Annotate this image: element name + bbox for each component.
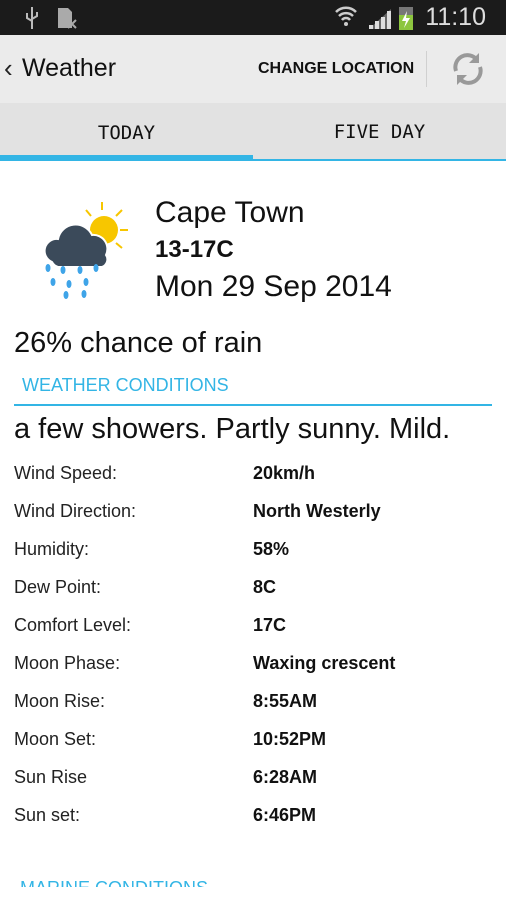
condition-label: Moon Set: <box>14 729 97 749</box>
condition-value: 58% <box>253 539 290 559</box>
condition-label: Moon Phase: <box>14 653 121 673</box>
divider <box>426 51 427 87</box>
clock: 11:10 <box>425 3 486 31</box>
condition-row: Sun Rise 6:28AM <box>14 767 494 805</box>
condition-row: Wind Direction: North Westerly <box>14 501 494 539</box>
wifi-icon <box>335 6 357 26</box>
condition-label: Comfort Level: <box>14 615 132 635</box>
condition-value: 10:52PM <box>253 729 327 749</box>
section-header-marine-conditions: MARINE CONDITIONS <box>20 878 208 887</box>
battery-charging-icon <box>399 7 413 30</box>
condition-row: Moon Phase: Waxing crescent <box>14 653 494 691</box>
city-name: Cape Town <box>155 196 305 229</box>
condition-row: Sun set: 6:46PM <box>14 805 494 843</box>
condition-row: Dew Point: 8C <box>14 577 494 615</box>
sim-icon <box>58 8 77 29</box>
app-title[interactable]: Weather <box>22 54 116 83</box>
condition-value: 20km/h <box>253 463 316 483</box>
condition-label: Wind Speed: <box>14 463 118 483</box>
condition-value: 6:28AM <box>253 767 318 787</box>
condition-label: Moon Rise: <box>14 691 106 711</box>
change-location-button[interactable]: CHANGE LOCATION <box>258 60 414 78</box>
condition-value: 8:55AM <box>253 691 318 711</box>
tab-five-day[interactable]: FIVE DAY <box>253 103 506 161</box>
temperature-range: 13-17C <box>155 236 234 263</box>
condition-row: Humidity: 58% <box>14 539 494 577</box>
condition-row: Wind Speed: 20km/h <box>14 463 494 501</box>
condition-row: Comfort Level: 17C <box>14 615 494 653</box>
forecast-date: Mon 29 Sep 2014 <box>155 270 392 303</box>
section-header-weather-conditions: WEATHER CONDITIONS <box>22 375 229 395</box>
condition-value: 6:46PM <box>253 805 317 825</box>
condition-label: Sun Rise <box>14 767 88 787</box>
usb-icon <box>26 7 38 29</box>
tab-bar: TODAY FIVE DAY <box>0 103 506 161</box>
condition-label: Dew Point: <box>14 577 102 597</box>
condition-value: North Westerly <box>253 501 381 521</box>
condition-label: Humidity: <box>14 539 90 559</box>
condition-label: Wind Direction: <box>14 501 137 521</box>
condition-row: Moon Rise: 8:55AM <box>14 691 494 729</box>
back-chevron-icon[interactable]: ‹ <box>4 53 13 84</box>
tab-today[interactable]: TODAY <box>0 103 253 161</box>
partly-sunny-showers-icon <box>43 202 128 299</box>
status-bar: 11:10 <box>0 0 506 35</box>
rain-chance: 26% chance of rain <box>14 327 263 359</box>
condition-value: 8C <box>253 577 277 597</box>
signal-icon <box>369 9 391 29</box>
weather-summary: a few showers. Partly sunny. Mild. <box>14 413 451 445</box>
condition-row: Moon Set: 10:52PM <box>14 729 494 767</box>
condition-label: Sun set: <box>14 805 81 825</box>
condition-value: 17C <box>253 615 287 635</box>
condition-value: Waxing crescent <box>253 653 396 673</box>
section-divider <box>14 404 492 406</box>
refresh-icon[interactable] <box>448 49 488 89</box>
action-bar: ‹ Weather CHANGE LOCATION <box>0 35 506 103</box>
